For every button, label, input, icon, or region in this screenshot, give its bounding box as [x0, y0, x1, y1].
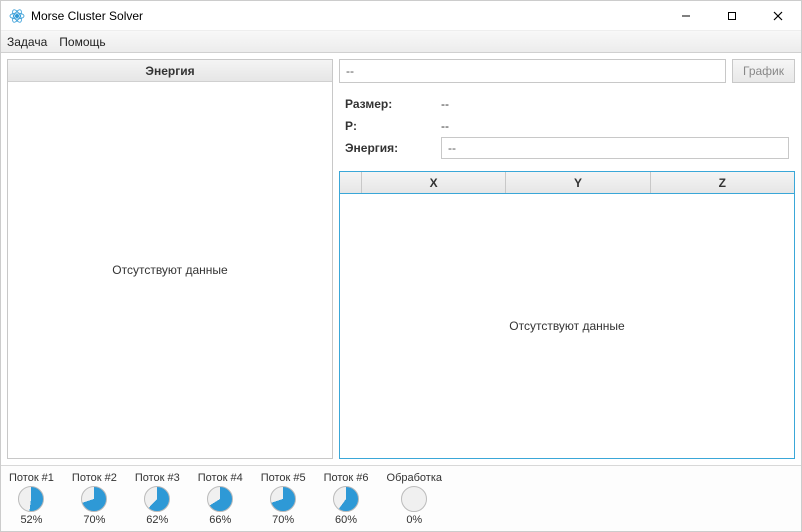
thread-label: Поток #2 [72, 472, 117, 484]
grid-body: Отсутствуют данные [340, 194, 794, 458]
thread-indicator: Поток #2 70% [72, 472, 117, 526]
thread-label: Поток #1 [9, 472, 54, 484]
top-row: График [339, 59, 795, 83]
thread-label: Поток #6 [324, 472, 369, 484]
thread-percent: 62% [146, 514, 168, 526]
main-content: Энергия Отсутствуют данные График Размер… [1, 53, 801, 465]
thread-indicator: Поток #6 60% [324, 472, 369, 526]
thread-pie-icon [81, 486, 107, 512]
size-row: Размер: -- [345, 93, 789, 115]
thread-percent: 70% [83, 514, 105, 526]
titlebar: Morse Cluster Solver [1, 1, 801, 31]
menu-help[interactable]: Помощь [59, 35, 105, 49]
menubar: Задача Помощь [1, 31, 801, 53]
thread-indicator: Поток #1 52% [9, 472, 54, 526]
thread-indicator: Поток #3 62% [135, 472, 180, 526]
energy-label: Энергия: [345, 141, 441, 155]
thread-percent: 60% [335, 514, 357, 526]
energy-panel-header: Энергия [8, 60, 332, 82]
info-block: Размер: -- P: -- Энергия: [339, 89, 795, 165]
thread-label: Поток #4 [198, 472, 243, 484]
size-label: Размер: [345, 97, 441, 111]
app-icon [9, 8, 25, 24]
window-controls [663, 1, 801, 30]
thread-percent: 66% [209, 514, 231, 526]
grid-header: X Y Z [340, 172, 794, 194]
size-value: -- [441, 97, 449, 111]
close-button[interactable] [755, 1, 801, 30]
statusbar: Поток #152%Поток #270%Поток #362%Поток #… [1, 465, 801, 531]
thread-pie-icon [18, 486, 44, 512]
p-label: P: [345, 119, 441, 133]
grid-empty-text: Отсутствуют данные [509, 319, 624, 333]
graph-button[interactable]: График [732, 59, 795, 83]
thread-pie-icon [333, 486, 359, 512]
minimize-button[interactable] [663, 1, 709, 30]
thread-pie-icon [270, 486, 296, 512]
energy-panel: Энергия Отсутствуют данные [7, 59, 333, 459]
thread-indicator: Поток #5 70% [261, 472, 306, 526]
thread-pie-icon [207, 486, 233, 512]
coords-grid: X Y Z Отсутствуют данные [339, 171, 795, 459]
name-input[interactable] [339, 59, 726, 83]
p-value: -- [441, 119, 449, 133]
energy-empty-text: Отсутствуют данные [112, 263, 227, 277]
details-panel: График Размер: -- P: -- Энергия: X Y Z [339, 59, 795, 459]
maximize-button[interactable] [709, 1, 755, 30]
thread-label: Поток #5 [261, 472, 306, 484]
thread-indicator: Обработка 0% [387, 472, 442, 526]
window-title: Morse Cluster Solver [31, 9, 663, 23]
thread-percent: 0% [406, 514, 422, 526]
thread-percent: 52% [20, 514, 42, 526]
thread-indicator: Поток #4 66% [198, 472, 243, 526]
grid-corner [340, 172, 362, 193]
p-row: P: -- [345, 115, 789, 137]
col-x[interactable]: X [362, 172, 506, 193]
col-z[interactable]: Z [651, 172, 794, 193]
col-y[interactable]: Y [506, 172, 650, 193]
thread-label: Обработка [387, 472, 442, 484]
energy-row: Энергия: [345, 137, 789, 159]
thread-pie-icon [144, 486, 170, 512]
thread-label: Поток #3 [135, 472, 180, 484]
thread-pie-icon [401, 486, 427, 512]
thread-percent: 70% [272, 514, 294, 526]
energy-panel-body: Отсутствуют данные [8, 82, 332, 458]
menu-task[interactable]: Задача [7, 35, 47, 49]
energy-input[interactable] [441, 137, 789, 159]
